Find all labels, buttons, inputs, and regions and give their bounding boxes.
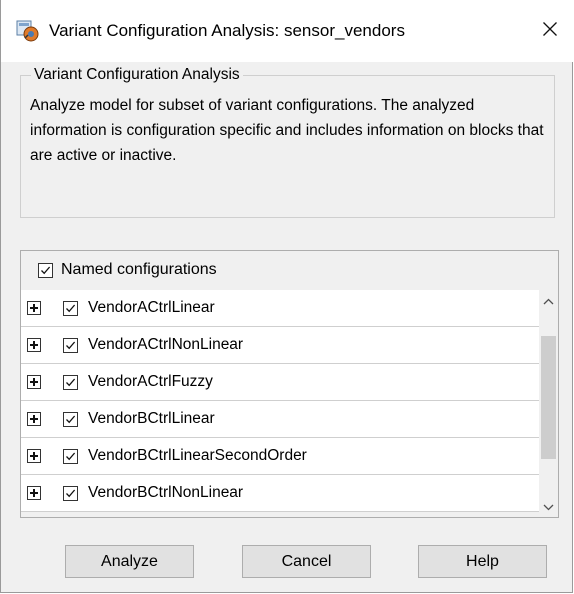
list-item[interactable]: VendorBCtrlNonLinear	[21, 475, 539, 512]
expand-icon[interactable]	[27, 338, 41, 352]
config-checkbox[interactable]	[63, 301, 78, 316]
config-checkbox[interactable]	[63, 449, 78, 464]
checkmark-icon	[66, 341, 76, 350]
group-legend: Variant Configuration Analysis	[31, 65, 243, 85]
scroll-down-button[interactable]	[539, 496, 558, 517]
named-configurations-checkbox[interactable]	[38, 263, 53, 278]
cancel-button[interactable]: Cancel	[242, 545, 371, 578]
chevron-up-icon	[543, 298, 554, 304]
list-item[interactable]: VendorACtrlFuzzy	[21, 364, 539, 401]
simulink-model-icon	[16, 20, 40, 42]
config-label: VendorACtrlFuzzy	[88, 373, 213, 390]
dialog-window: Variant Configuration Analysis: sensor_v…	[0, 0, 574, 593]
list-item[interactable]: VendorACtrlNonLinear	[21, 327, 539, 364]
config-checkbox[interactable]	[63, 375, 78, 390]
expand-icon[interactable]	[27, 449, 41, 463]
checkmark-icon	[66, 304, 76, 313]
list-item[interactable]: VendorACtrlLinear	[21, 290, 539, 327]
window-title: Variant Configuration Analysis: sensor_v…	[49, 21, 405, 40]
configurations-panel: Named configurations VendorACtrlLinear V…	[20, 250, 559, 518]
config-checkbox[interactable]	[63, 412, 78, 427]
config-label: VendorACtrlLinear	[88, 299, 215, 316]
config-label: VendorBCtrlLinear	[88, 410, 215, 427]
expand-icon[interactable]	[27, 375, 41, 389]
scroll-thumb[interactable]	[541, 336, 556, 459]
analysis-groupbox: Variant Configuration Analysis Analyze m…	[20, 65, 555, 218]
list-item[interactable]: VendorBCtrlLinearSecondOrder	[21, 438, 539, 475]
expand-icon[interactable]	[27, 486, 41, 500]
list-item[interactable]: VendorBCtrlLinear	[21, 401, 539, 438]
config-label: VendorBCtrlNonLinear	[88, 484, 244, 501]
checkmark-icon	[66, 452, 76, 461]
expand-icon[interactable]	[27, 412, 41, 426]
analyze-button[interactable]: Analyze	[65, 545, 194, 578]
expand-icon[interactable]	[27, 301, 41, 315]
checkmark-icon	[66, 489, 76, 498]
config-checkbox[interactable]	[63, 486, 78, 501]
named-configurations-label: Named configurations	[61, 261, 217, 278]
help-button[interactable]: Help	[418, 545, 547, 578]
title-bar[interactable]: Variant Configuration Analysis: sensor_v…	[1, 0, 574, 62]
checkmark-icon	[66, 378, 76, 387]
scroll-up-button[interactable]	[539, 290, 558, 312]
checkmark-icon	[66, 415, 76, 424]
close-icon	[542, 21, 558, 42]
config-checkbox[interactable]	[63, 338, 78, 353]
configuration-list: VendorACtrlLinear VendorACtrlNonLinear V…	[21, 290, 539, 517]
config-label: VendorBCtrlLinearSecondOrder	[88, 447, 307, 464]
config-label: VendorACtrlNonLinear	[88, 336, 244, 353]
chevron-down-icon	[543, 504, 554, 510]
checkmark-icon	[41, 266, 51, 275]
close-button[interactable]	[526, 0, 574, 62]
vertical-scrollbar[interactable]	[539, 290, 558, 517]
named-configurations-header[interactable]: Named configurations	[21, 251, 558, 290]
group-description: Analyze model for subset of variant conf…	[30, 97, 544, 164]
